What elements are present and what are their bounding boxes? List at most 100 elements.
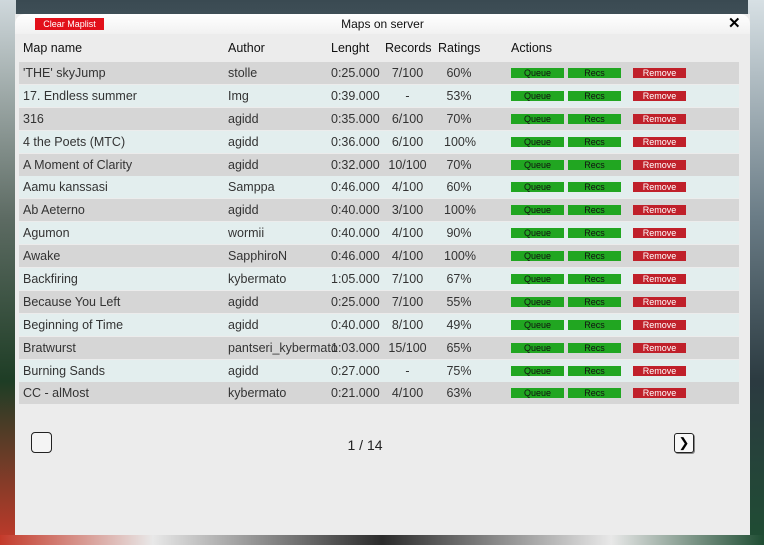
remove-button[interactable]: Remove [633,90,686,101]
remove-button[interactable]: Remove [633,228,686,239]
map-name: Ab Aeterno [23,203,85,218]
remove-button[interactable]: Remove [633,388,686,399]
map-rating: 55% [446,294,472,309]
queue-button[interactable]: Queue [511,90,564,101]
remove-button[interactable]: Remove [633,319,686,330]
map-records: 4/100 [391,226,424,241]
title-bar: Clear Maplist Maps on server ✕ [15,14,750,34]
recs-button[interactable]: Recs [568,342,621,353]
table-row: 'THE' skyJump stolle 0:25.000 7/100 60% Queue… [19,62,739,84]
queue-button[interactable]: Queue [511,159,564,170]
map-records: 4/100 [391,180,424,195]
recs-button[interactable]: Recs [568,182,621,193]
map-length: 0:21.000 [331,386,380,401]
map-length: 0:46.000 [331,249,380,264]
map-records: - [405,88,410,103]
remove-button[interactable]: Remove [633,113,686,124]
table-row: Bratwurst pantseri_kybermato 1:03.000 15/10… [19,336,739,359]
recs-button[interactable]: Recs [568,365,621,376]
map-length: 0:25.000 [331,66,380,80]
map-records: 6/100 [391,134,424,149]
table-header: Map name Author Lenght Records Ratings A… [15,41,750,57]
remove-button[interactable]: Remove [633,365,686,376]
background-right [748,0,764,545]
recs-button[interactable]: Recs [568,388,621,399]
remove-button[interactable]: Remove [633,68,686,78]
queue-button[interactable]: Queue [511,136,564,147]
queue-button[interactable]: Queue [511,182,564,193]
recs-button[interactable]: Recs [568,205,621,216]
map-length: 0:40.000 [331,226,380,241]
remove-button[interactable]: Remove [633,159,686,170]
window-title: Maps on server [341,17,424,31]
map-author: kybermato [228,272,287,287]
recs-button[interactable]: Recs [568,228,621,239]
map-name: Burning Sands [23,363,106,378]
recs-button[interactable]: Recs [568,274,621,285]
map-length: 1:03.000 [331,340,380,355]
map-rating: 90% [446,226,472,241]
map-records: 8/100 [391,317,424,332]
chevron-right-icon[interactable]: ❯ [674,433,694,453]
map-records: 15/100 [388,340,427,355]
recs-button[interactable]: Recs [568,136,621,147]
map-rating: 70% [446,157,472,172]
recs-button[interactable]: Recs [568,296,621,307]
queue-button[interactable]: Queue [511,68,564,78]
table-row: Because You Left agidd 0:25.000 7/100 55% Que… [19,290,739,313]
remove-button[interactable]: Remove [633,274,686,285]
recs-button[interactable]: Recs [568,159,621,170]
queue-button[interactable]: Queue [511,388,564,399]
map-length: 0:25.000 [331,294,380,309]
recs-button[interactable]: Recs [568,319,621,330]
map-name: Agumon [23,226,70,241]
map-rating: 67% [446,272,472,287]
map-rating: 100% [444,134,476,149]
table-row: Ab Aeterno agidd 0:40.000 3/100 100% Queue Rec… [19,199,739,222]
queue-button[interactable]: Queue [511,251,564,262]
remove-button[interactable]: Remove [633,205,686,216]
remove-button[interactable]: Remove [633,182,686,193]
map-name: 17. Endless summer [23,88,137,103]
map-name: Awake [23,249,61,264]
queue-button[interactable]: Queue [511,365,564,376]
map-author: Img [228,88,249,103]
map-name: 'THE' skyJump [23,66,106,80]
remove-button[interactable]: Remove [633,136,686,147]
recs-button[interactable]: Recs [568,251,621,262]
map-name: Backfiring [23,272,78,287]
map-rating: 75% [446,363,472,378]
map-author: stolle [228,66,258,80]
recs-button[interactable]: Recs [568,113,621,124]
background-bottom [0,535,764,545]
queue-button[interactable]: Queue [511,205,564,216]
map-rating: 70% [446,111,472,126]
remove-button[interactable]: Remove [633,342,686,353]
column-header-name: Map name [23,41,83,55]
map-author: agidd [228,157,259,172]
table-row: Aamu kanssasi Samppa 0:46.000 4/100 60% Queue… [19,176,739,199]
remove-button[interactable]: Remove [633,296,686,307]
map-rating: 100% [444,203,476,218]
table-row: A Moment of Clarity agidd 0:32.000 10/100 70… [19,153,739,176]
column-header-author: Author [228,41,265,55]
queue-button[interactable]: Queue [511,274,564,285]
recs-button[interactable]: Recs [568,68,621,78]
queue-button[interactable]: Queue [511,228,564,239]
queue-button[interactable]: Queue [511,296,564,307]
close-icon[interactable]: ✕ [728,14,741,32]
table-row: CC - alMost kybermato 0:21.000 4/100 63% Queu… [19,382,739,405]
map-records: 10/100 [388,157,427,172]
recs-button[interactable]: Recs [568,90,621,101]
queue-button[interactable]: Queue [511,113,564,124]
queue-button[interactable]: Queue [511,319,564,330]
map-name: A Moment of Clarity [23,157,133,172]
remove-button[interactable]: Remove [633,251,686,262]
map-name: CC - alMost [23,386,89,401]
map-author: wormii [228,226,265,241]
map-author: agidd [228,111,259,126]
queue-button[interactable]: Queue [511,342,564,353]
map-author: agidd [228,203,259,218]
column-header-length: Lenght [331,41,370,55]
background-left [0,0,16,545]
